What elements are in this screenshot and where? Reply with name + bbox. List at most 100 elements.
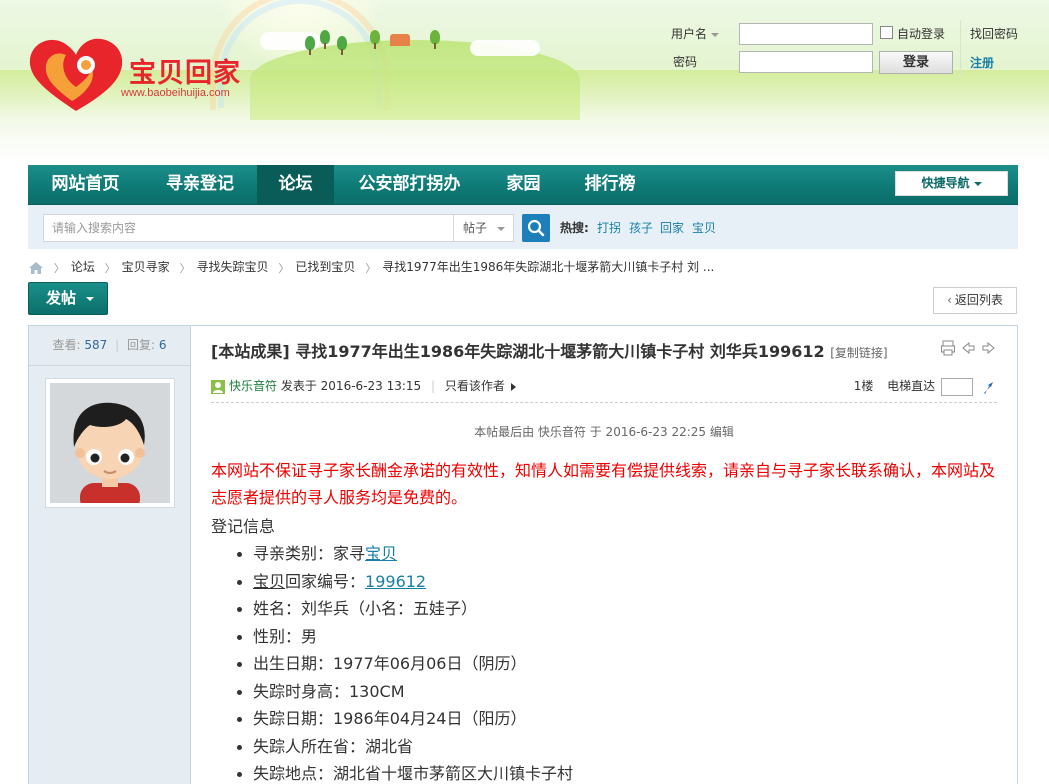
chevron-right-icon: 〉 [365, 261, 377, 275]
tree [430, 30, 440, 49]
breadcrumb: 〉论坛 〉宝贝寻家 〉寻找失踪宝贝 〉已找到宝贝 〉寻找1977年出生1986年… [28, 258, 714, 275]
print-icon[interactable] [941, 340, 955, 356]
login-form: 用户名 自动登录 找回密码 密码 登录 注册 [660, 20, 1040, 80]
nav-forum[interactable]: 论坛 [257, 165, 334, 205]
main-nav: 网站首页 寻亲登记 论坛 公安部打拐办 家园 排行榜 快捷导航 [28, 165, 1018, 205]
chevron-down-icon [86, 296, 95, 301]
previous-thread-icon[interactable] [962, 341, 975, 355]
replies-count: 6 [158, 338, 167, 352]
only-author-link[interactable]: 只看该作者 [445, 379, 505, 393]
breadcrumb-item[interactable]: 已找到宝贝 [295, 260, 355, 274]
list-item: 姓名：刘华兵（小名：五娃子） [233, 595, 973, 623]
disclaimer-notice: 本网站不保证寻子家长酬金承诺的有效性，知情人如需要有偿提供线索，请亲自与寻子家长… [211, 461, 996, 507]
chevron-down-icon [973, 181, 982, 186]
post-title: [本站成果] 寻找1977年出生1986年失踪湖北十堰茅箭大川镇卡子村 刘华兵1… [211, 342, 888, 361]
search-icon [527, 219, 545, 237]
next-thread-icon[interactable] [982, 341, 995, 355]
tree [370, 30, 380, 49]
hot-search-term[interactable]: 孩子 [629, 219, 653, 236]
play-icon [510, 382, 516, 391]
author-link[interactable]: 快乐音符 [229, 379, 277, 393]
list-item: 失踪地点：湖北省十堰市茅箭区大川镇卡子村 [233, 760, 973, 784]
back-to-list-button[interactable]: ‹ 返回列表 [933, 287, 1017, 314]
search-button[interactable] [522, 214, 550, 242]
tree [337, 36, 347, 55]
list-item: 失踪人所在省：湖北省 [233, 733, 973, 761]
tree [320, 30, 330, 49]
chevron-right-icon: 〉 [104, 261, 116, 275]
login-button[interactable]: 登录 [879, 51, 953, 74]
register-link[interactable]: 注册 [970, 54, 994, 71]
search-type-select[interactable]: 帖子 [453, 214, 514, 242]
list-item: 失踪日期：1986年04月24日（阳历） [233, 705, 973, 733]
nav-home[interactable]: 网站首页 [28, 165, 143, 205]
site-logo[interactable]: 宝贝回家 www.baobeihuijia.com [26, 35, 256, 115]
forgot-password-link[interactable]: 找回密码 [970, 25, 1018, 42]
list-item: 宝贝回家编号：199612 [233, 568, 973, 596]
login-divider [960, 20, 961, 76]
site-header: 宝贝回家 www.baobeihuijia.com 用户名 自动登录 找回密码 … [0, 0, 1049, 165]
home-icon[interactable] [28, 261, 44, 275]
avatar-image [50, 383, 170, 503]
heart-logo-icon [29, 38, 123, 111]
chevron-left-icon: ‹ [947, 293, 952, 307]
chevron-right-icon: 〉 [53, 261, 65, 275]
hot-search-term[interactable]: 宝贝 [692, 219, 716, 236]
copy-link-button[interactable]: [复制链接] [830, 346, 887, 360]
tag-link[interactable]: 宝贝 [253, 572, 285, 591]
username-label[interactable]: 用户名 [671, 25, 720, 42]
post-meta: 快乐音符 发表于 2016-6-23 13:15 | 只看该作者 1楼 电梯直达 [211, 377, 997, 403]
new-post-button[interactable]: 发帖 [28, 282, 108, 315]
list-item: 性别：男 [233, 623, 973, 651]
registration-id-link[interactable]: 199612 [365, 572, 426, 591]
chevron-right-icon: 〉 [179, 261, 191, 275]
breadcrumb-item[interactable]: 论坛 [71, 260, 95, 274]
author-sidebar: 查看: 587 | 回复: 6 [29, 326, 191, 784]
auto-login-label: 自动登录 [897, 27, 946, 41]
breadcrumb-current[interactable]: 寻找1977年出生1986年失踪湖北十堰茅箭大川镇卡子村 刘 ... [382, 260, 714, 274]
post-content: [本站成果] 寻找1977年出生1986年失踪湖北十堰茅箭大川镇卡子村 刘华兵1… [191, 326, 1017, 784]
list-item: 失踪时身高：130CM [233, 678, 973, 706]
hot-search-term[interactable]: 回家 [660, 219, 684, 236]
registration-info-list: 寻亲类别：家寻宝贝 宝贝回家编号：199612 姓名：刘华兵（小名：五娃子） 性… [233, 540, 973, 784]
post-date: 发表于 2016-6-23 13:15 [280, 379, 422, 393]
title-icons [941, 340, 997, 359]
floor-jump-input[interactable] [941, 377, 974, 396]
breadcrumb-item[interactable]: 宝贝寻家 [122, 260, 170, 274]
breadcrumb-item[interactable]: 寻找失踪宝贝 [197, 260, 269, 274]
quick-nav-button[interactable]: 快捷导航 [895, 171, 1008, 196]
nav-ranking[interactable]: 排行榜 [562, 165, 658, 205]
thread-stats: 查看: 587 | 回复: 6 [29, 326, 190, 366]
nav-mps-anti-trafficking[interactable]: 公安部打拐办 [334, 165, 485, 205]
auto-login-checkbox[interactable] [880, 26, 893, 39]
user-icon [211, 379, 225, 394]
thread-container: 查看: 587 | 回复: 6 [本站成果] 寻找1977年出生1986年失踪湖… [28, 325, 1018, 784]
hot-search-label: 热搜: [560, 221, 589, 235]
edit-note: 本帖最后由 快乐音符 于 2016-6-23 22:25 编辑 [474, 425, 734, 439]
list-item: 寻亲类别：家寻宝贝 [233, 540, 973, 568]
nav-homeland[interactable]: 家园 [485, 165, 562, 205]
username-input[interactable] [739, 23, 873, 45]
tree [305, 36, 315, 55]
search-input[interactable]: 请输入搜索内容 [43, 214, 455, 242]
chevron-right-icon: 〉 [278, 261, 290, 275]
password-label: 密码 [673, 55, 698, 69]
list-item: 出生日期：1977年06月06日（阴历） [233, 650, 973, 678]
house-icon [390, 34, 410, 46]
nav-register[interactable]: 寻亲登记 [143, 165, 257, 205]
floor-number: 1楼 [853, 379, 874, 393]
search-bar: 请输入搜索内容 帖子 热搜: 打拐 孩子 回家 宝贝 [28, 205, 1018, 249]
views-count: 587 [84, 338, 108, 352]
logo-text: 宝贝回家 [129, 58, 241, 89]
chevron-down-icon [711, 32, 720, 37]
logo-url: www.baobeihuijia.com [121, 87, 230, 99]
password-input[interactable] [739, 51, 873, 73]
chevron-down-icon [497, 226, 506, 231]
cloud [470, 40, 540, 56]
registration-heading: 登记信息 [211, 517, 276, 536]
floor-jump: 1楼 电梯直达 [854, 377, 997, 396]
hot-search-term[interactable]: 打拐 [597, 219, 621, 236]
avatar[interactable] [45, 378, 175, 508]
jump-icon[interactable] [981, 379, 997, 395]
tag-link[interactable]: 宝贝 [365, 544, 397, 563]
